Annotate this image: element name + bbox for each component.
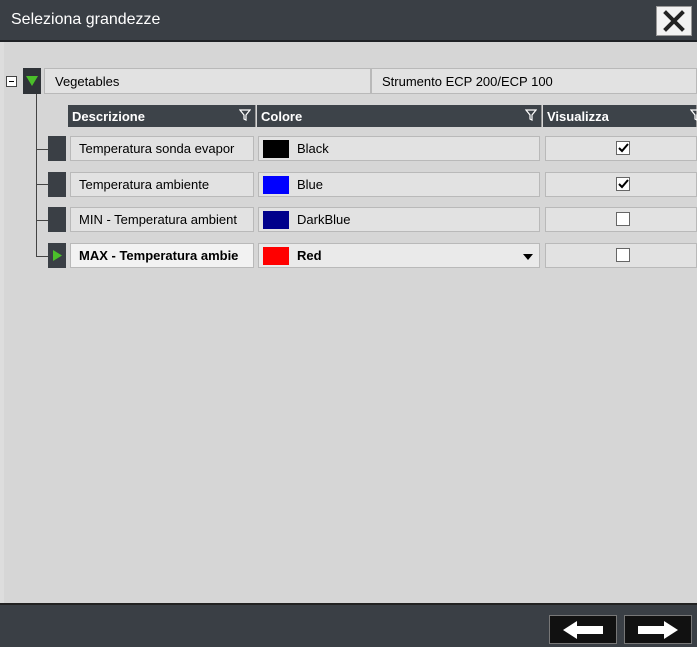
show-cell [545,172,697,197]
description-cell[interactable]: Temperatura sonda evapor [70,136,254,161]
header-label: Colore [261,108,303,124]
tree-line [36,92,37,257]
show-checkbox[interactable] [616,177,630,191]
description-cell[interactable]: MAX - Temperatura ambie [70,243,254,268]
check-icon [617,143,629,153]
check-icon [617,179,629,189]
back-button[interactable] [549,615,617,644]
color-swatch [263,246,289,265]
show-checkbox[interactable] [616,141,630,155]
color-name: Black [297,141,329,156]
expand-down-icon [26,76,38,86]
close-button[interactable] [656,6,692,36]
row-selector[interactable] [48,172,66,197]
dialog-window: Seleziona grandezze Vegetables Strumento… [0,0,697,647]
group-expand-button[interactable] [23,68,41,94]
header-label: Visualizza [547,108,609,124]
show-cell [545,243,697,268]
filter-icon[interactable] [690,108,697,122]
group-name-cell[interactable]: Vegetables [44,68,371,94]
footer-bar [0,603,697,647]
next-button[interactable] [624,615,692,644]
title-bar: Seleziona grandezze [0,0,697,42]
show-cell [545,136,697,161]
column-header-description[interactable]: Descrizione [68,105,256,127]
column-header-show[interactable]: Visualizza [543,105,697,127]
arrow-right-icon [638,620,678,639]
filter-icon[interactable] [525,108,537,122]
row-selector[interactable] [48,207,66,232]
collapse-toggle[interactable] [6,76,17,87]
column-header-color[interactable]: Colore [257,105,542,127]
window-title: Seleziona grandezze [11,11,161,28]
show-checkbox[interactable] [616,212,630,226]
description-cell[interactable]: Temperatura ambiente [70,172,254,197]
color-dropdown[interactable]: Red [258,243,540,268]
show-checkbox[interactable] [616,248,630,262]
color-cell[interactable]: Blue [258,172,540,197]
arrow-left-icon [563,620,603,639]
color-cell[interactable]: Black [258,136,540,161]
color-cell[interactable]: DarkBlue [258,207,540,232]
color-name: Blue [297,177,324,192]
color-name: DarkBlue [297,212,351,227]
show-cell [545,207,697,232]
color-swatch [263,210,289,229]
group-instrument-cell[interactable]: Strumento ECP 200/ECP 100 [371,68,697,94]
current-row-arrow-icon [52,250,62,261]
color-swatch [263,139,289,158]
color-name: Red [297,248,322,263]
dropdown-arrow-icon[interactable] [523,254,533,260]
color-swatch [263,175,289,194]
header-label: Descrizione [72,108,145,124]
filter-icon[interactable] [239,108,251,122]
close-icon [663,10,685,32]
row-selector[interactable] [48,136,66,161]
description-cell[interactable]: MIN - Temperatura ambient [70,207,254,232]
row-selector-active[interactable] [48,243,66,268]
